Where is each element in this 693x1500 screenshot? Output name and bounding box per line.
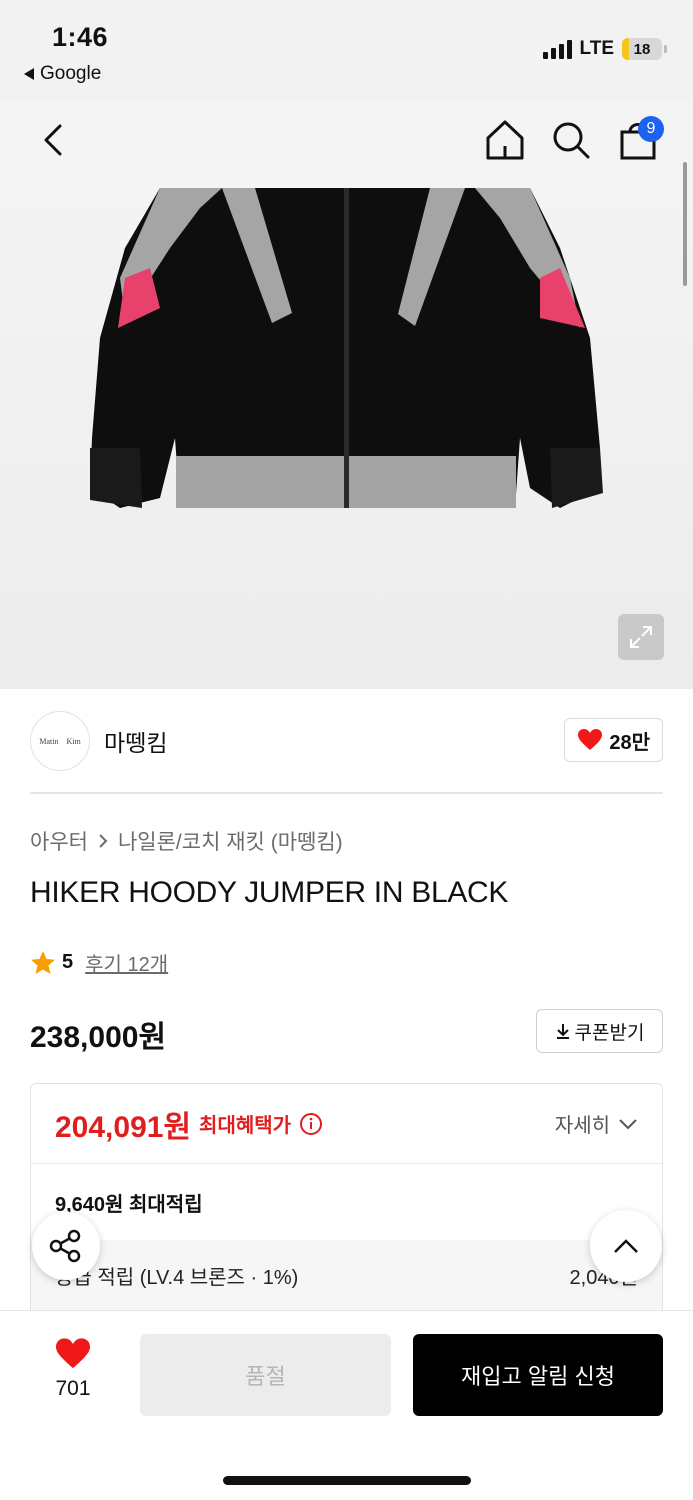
star-icon: [31, 950, 55, 974]
breadcrumb-item[interactable]: 나일론/코치 재킷 (마뗑킴): [118, 826, 343, 856]
info-icon[interactable]: [299, 1112, 323, 1136]
brand-like-count: 28만: [609, 731, 650, 754]
divider: [30, 792, 663, 794]
top-nav: 9: [0, 100, 693, 188]
chevron-left-icon[interactable]: [36, 120, 76, 160]
chevron-up-icon: [614, 1239, 638, 1253]
soldout-button[interactable]: 품절: [140, 1334, 391, 1416]
download-icon: [556, 1024, 569, 1039]
reviews-link[interactable]: 후기 12개: [85, 948, 168, 977]
product-photo: [90, 188, 603, 508]
home-indicator[interactable]: [223, 1476, 471, 1485]
heart-icon: [56, 1338, 90, 1369]
max-benefit-label: 최대혜택가: [199, 1115, 292, 1137]
battery-icon: 18: [622, 38, 662, 60]
detail-toggle[interactable]: 자세히: [555, 1109, 638, 1138]
wishlist-count: 701: [55, 1377, 91, 1400]
chevron-right-icon: [99, 834, 108, 848]
brand-logo-text: Matin Kim: [39, 736, 81, 746]
status-time: 1:46: [52, 22, 109, 52]
signal-icon: [542, 39, 572, 59]
rating-score: 5: [62, 951, 74, 973]
cart-count-badge: 9: [638, 116, 664, 142]
product-price: 238,000원: [30, 1021, 167, 1054]
brand-row[interactable]: Matin Kim 마뗑킴 28만: [30, 710, 663, 772]
breadcrumb: 아우터 나일론/코치 재킷 (마뗑킴): [30, 826, 343, 856]
status-bar: 1:46 Google LTE 18: [0, 0, 693, 100]
scrollbar[interactable]: [683, 162, 687, 286]
expand-icon[interactable]: [618, 614, 664, 660]
product-image-area[interactable]: 9: [0, 100, 693, 689]
coupon-label: 쿠폰받기: [574, 1022, 645, 1044]
brand-logo[interactable]: Matin Kim: [30, 711, 90, 771]
wishlist-button[interactable]: 701: [40, 1337, 106, 1401]
heart-icon: [578, 729, 603, 750]
status-indicators: LTE 18: [542, 38, 667, 60]
coupon-button[interactable]: 쿠폰받기: [536, 1009, 663, 1053]
shopping-bag-icon[interactable]: 9: [616, 116, 664, 162]
brand-name[interactable]: 마뗑킴: [104, 724, 167, 758]
detail-label: 자세히: [554, 1115, 610, 1137]
share-button[interactable]: [32, 1212, 100, 1280]
scroll-top-button[interactable]: [590, 1210, 662, 1282]
rating-row: 5 후기 12개: [30, 948, 168, 977]
points-summary: 9,640원 최대적립: [55, 1193, 203, 1216]
back-app-label: Google: [40, 63, 102, 84]
restock-alert-button[interactable]: 재입고 알림 신청: [413, 1334, 663, 1416]
benefit-box: 204,091원 최대혜택가 자세히 9,640원 최대적립 등급 적립 (LV…: [30, 1083, 663, 1343]
points-row: 등급 적립 (LV.4 브론즈 · 1%) 2,040원: [31, 1240, 662, 1310]
max-benefit-price: 204,091원: [55, 1110, 192, 1144]
max-benefit-row[interactable]: 204,091원 최대혜택가 자세히: [31, 1084, 662, 1164]
chevron-down-icon: [619, 1118, 637, 1129]
battery-level: 18: [633, 40, 651, 58]
network-type: LTE: [579, 38, 614, 59]
product-title: HIKER HOODY JUMPER IN BLACK: [30, 876, 509, 909]
back-triangle-icon: [24, 68, 34, 80]
bottom-action-bar: 701 품절 재입고 알림 신청: [0, 1310, 693, 1500]
battery-tip: [664, 45, 667, 53]
search-icon[interactable]: [550, 118, 592, 162]
brand-like-button[interactable]: 28만: [564, 718, 663, 762]
share-icon: [49, 1229, 81, 1263]
breadcrumb-item[interactable]: 아우터: [30, 826, 88, 856]
back-to-app-link[interactable]: Google: [24, 63, 101, 85]
home-icon[interactable]: [484, 118, 526, 162]
